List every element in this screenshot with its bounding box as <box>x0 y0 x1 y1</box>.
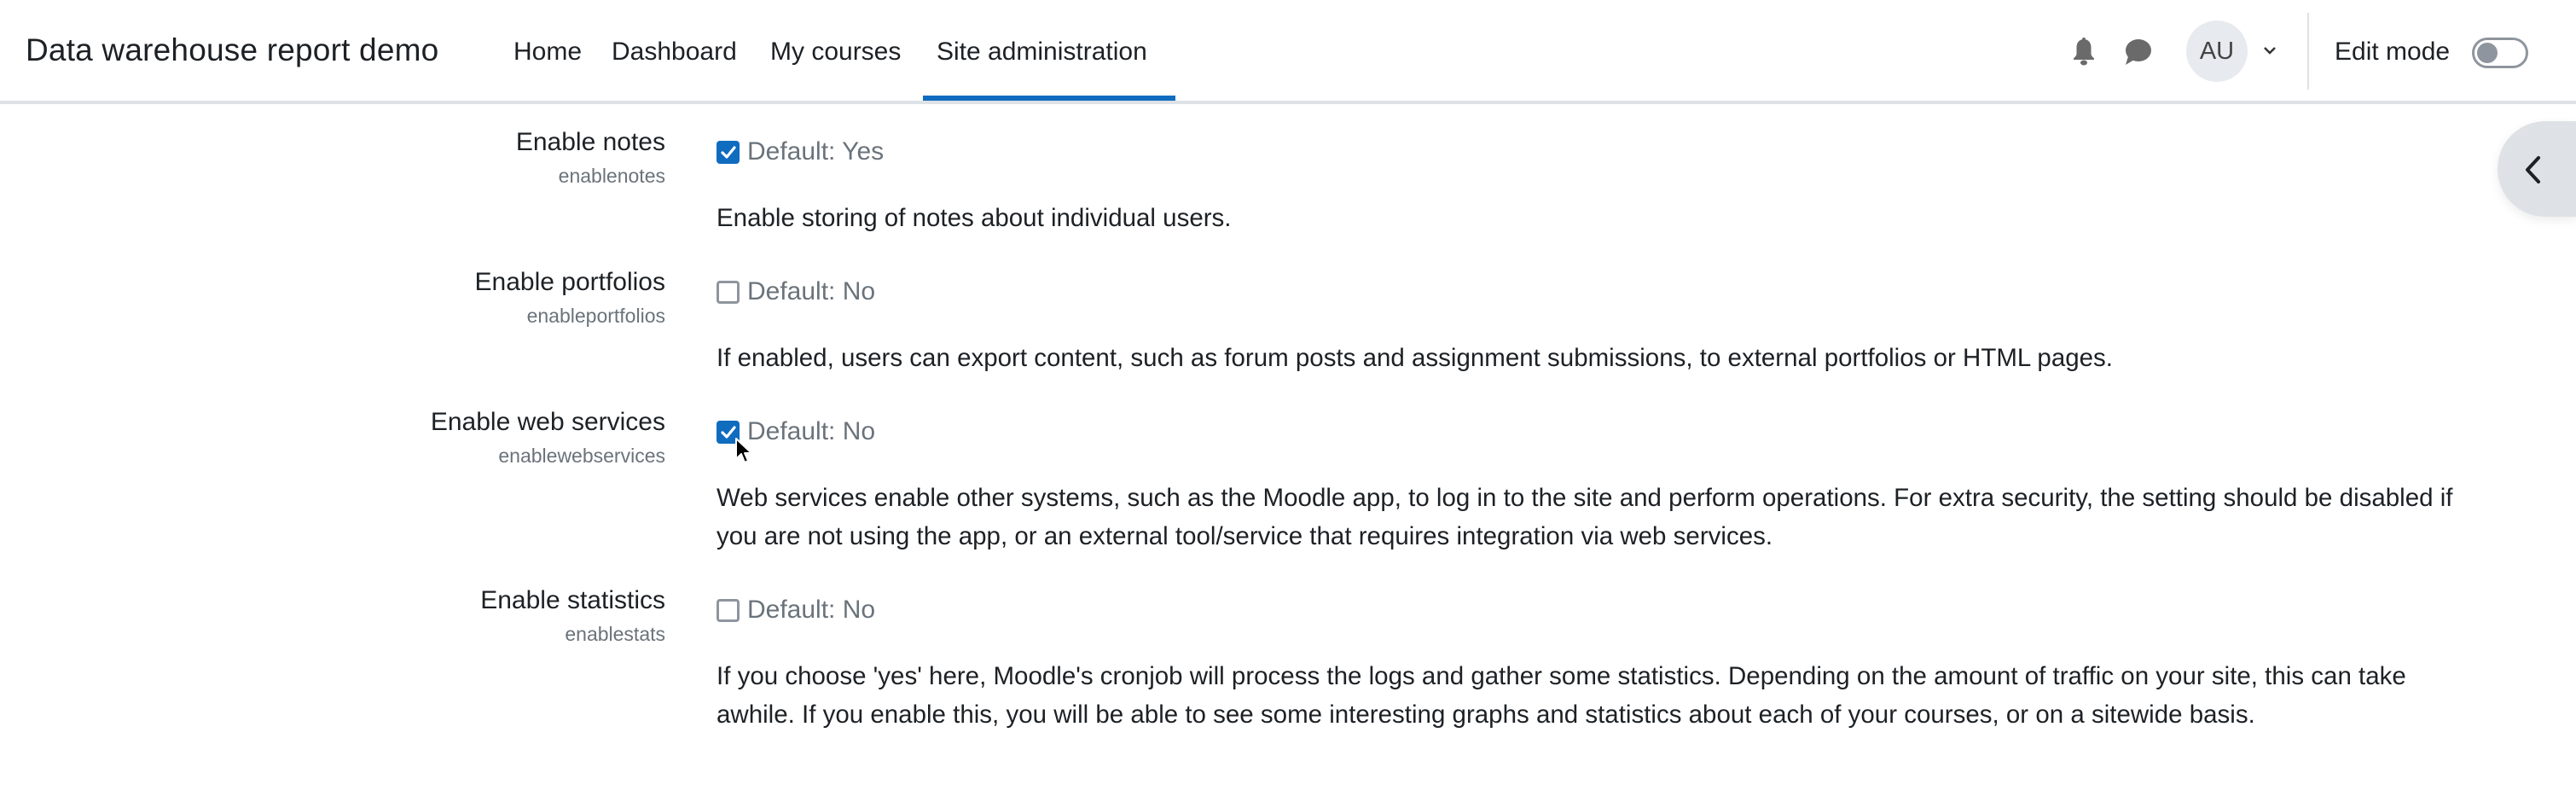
setting-description: If you choose 'yes' here, Moodle's cronj… <box>717 662 2406 729</box>
open-block-drawer-button[interactable] <box>2498 121 2576 217</box>
nav-active-indicator <box>923 96 1175 101</box>
check-icon <box>721 146 736 159</box>
nav-my-courses[interactable]: My courses <box>770 38 901 67</box>
notifications-button[interactable] <box>2071 36 2097 71</box>
default-value: Default: No <box>747 596 876 624</box>
setting-label: Enable portfolios <box>474 268 665 296</box>
default-value: Default: No <box>747 277 876 305</box>
nav-home[interactable]: Home <box>513 38 582 67</box>
mouse-cursor-icon <box>735 438 752 463</box>
nav-dashboard[interactable]: Dashboard <box>612 38 737 67</box>
chat-icon <box>2126 39 2151 65</box>
nav-site-administration[interactable]: Site administration <box>937 38 1147 67</box>
toggle-knob <box>2477 43 2498 63</box>
default-value: Default: No <box>747 417 876 445</box>
enablestats-checkbox[interactable] <box>717 599 740 622</box>
setting-description: Enable storing of notes about individual… <box>717 204 1232 232</box>
setting-key: enablewebservices <box>498 445 665 467</box>
default-value: Default: Yes <box>747 137 885 166</box>
site-brand[interactable]: Data warehouse report demo <box>26 32 438 68</box>
setting-key: enableportfolios <box>526 305 665 327</box>
user-avatar[interactable]: AU <box>2186 20 2248 82</box>
enableportfolios-checkbox[interactable] <box>717 281 740 304</box>
setting-description: If enabled, users can export content, su… <box>717 344 2113 372</box>
avatar-initials: AU <box>2199 37 2235 65</box>
bell-icon <box>2074 38 2094 66</box>
setting-label: Enable web services <box>430 408 665 436</box>
setting-label: Enable notes <box>515 128 665 156</box>
setting-key: enablenotes <box>558 165 665 187</box>
edit-mode-toggle[interactable] <box>2472 38 2528 68</box>
setting-key: enablestats <box>565 623 665 645</box>
messages-button[interactable] <box>2123 38 2152 71</box>
edit-mode-label: Edit mode <box>2335 38 2451 66</box>
chevron-left-icon <box>2526 156 2540 183</box>
top-navbar: Data warehouse report demo Home Dashboar… <box>0 0 2576 104</box>
setting-label: Enable statistics <box>480 586 665 614</box>
user-menu-toggle[interactable] <box>2262 44 2277 61</box>
navbar-divider <box>2307 13 2309 90</box>
setting-description: Web services enable other systems, such … <box>717 484 2453 550</box>
enablenotes-checkbox[interactable] <box>717 141 740 164</box>
chevron-down-icon <box>2264 47 2276 55</box>
